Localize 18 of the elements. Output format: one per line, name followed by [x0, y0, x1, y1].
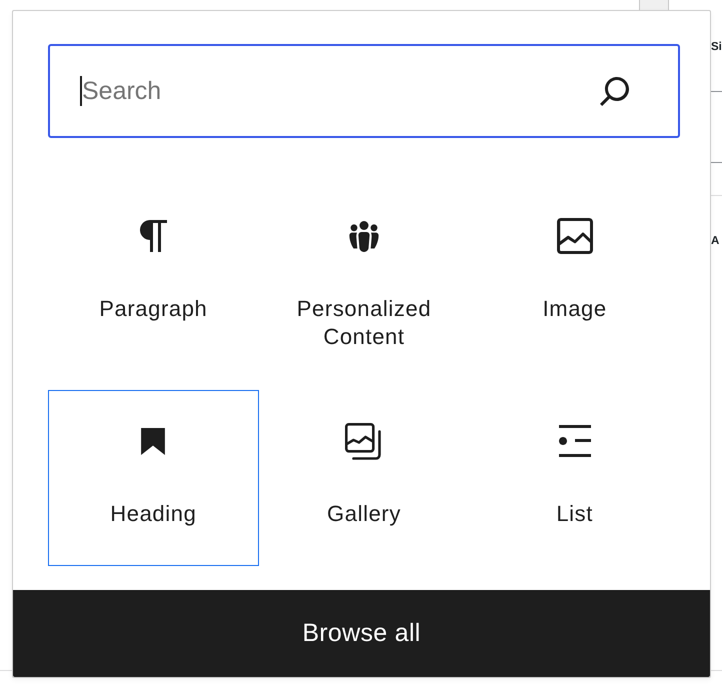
people-icon — [348, 220, 379, 252]
block-button[interactable]: Heading — [48, 390, 259, 566]
bookmark-icon — [141, 428, 166, 454]
search-field[interactable]: Search — [48, 44, 680, 138]
partial-label: Si — [711, 40, 722, 55]
partial-heading: A — [711, 234, 720, 249]
search-icon[interactable] — [600, 77, 629, 106]
pilcrow-icon — [140, 220, 167, 252]
block-button[interactable]: Personalized Content — [258, 185, 470, 389]
text-cursor — [80, 76, 82, 106]
block-button[interactable]: Gallery — [258, 390, 470, 566]
stacked-images-icon — [345, 422, 382, 460]
list-icon — [558, 425, 591, 457]
block-button[interactable]: Image — [469, 185, 680, 389]
block-button[interactable]: Paragraph — [48, 185, 259, 389]
browse-all-button[interactable]: Browse all — [13, 590, 710, 677]
block-button[interactable]: List — [469, 390, 680, 566]
image-icon — [556, 218, 593, 254]
